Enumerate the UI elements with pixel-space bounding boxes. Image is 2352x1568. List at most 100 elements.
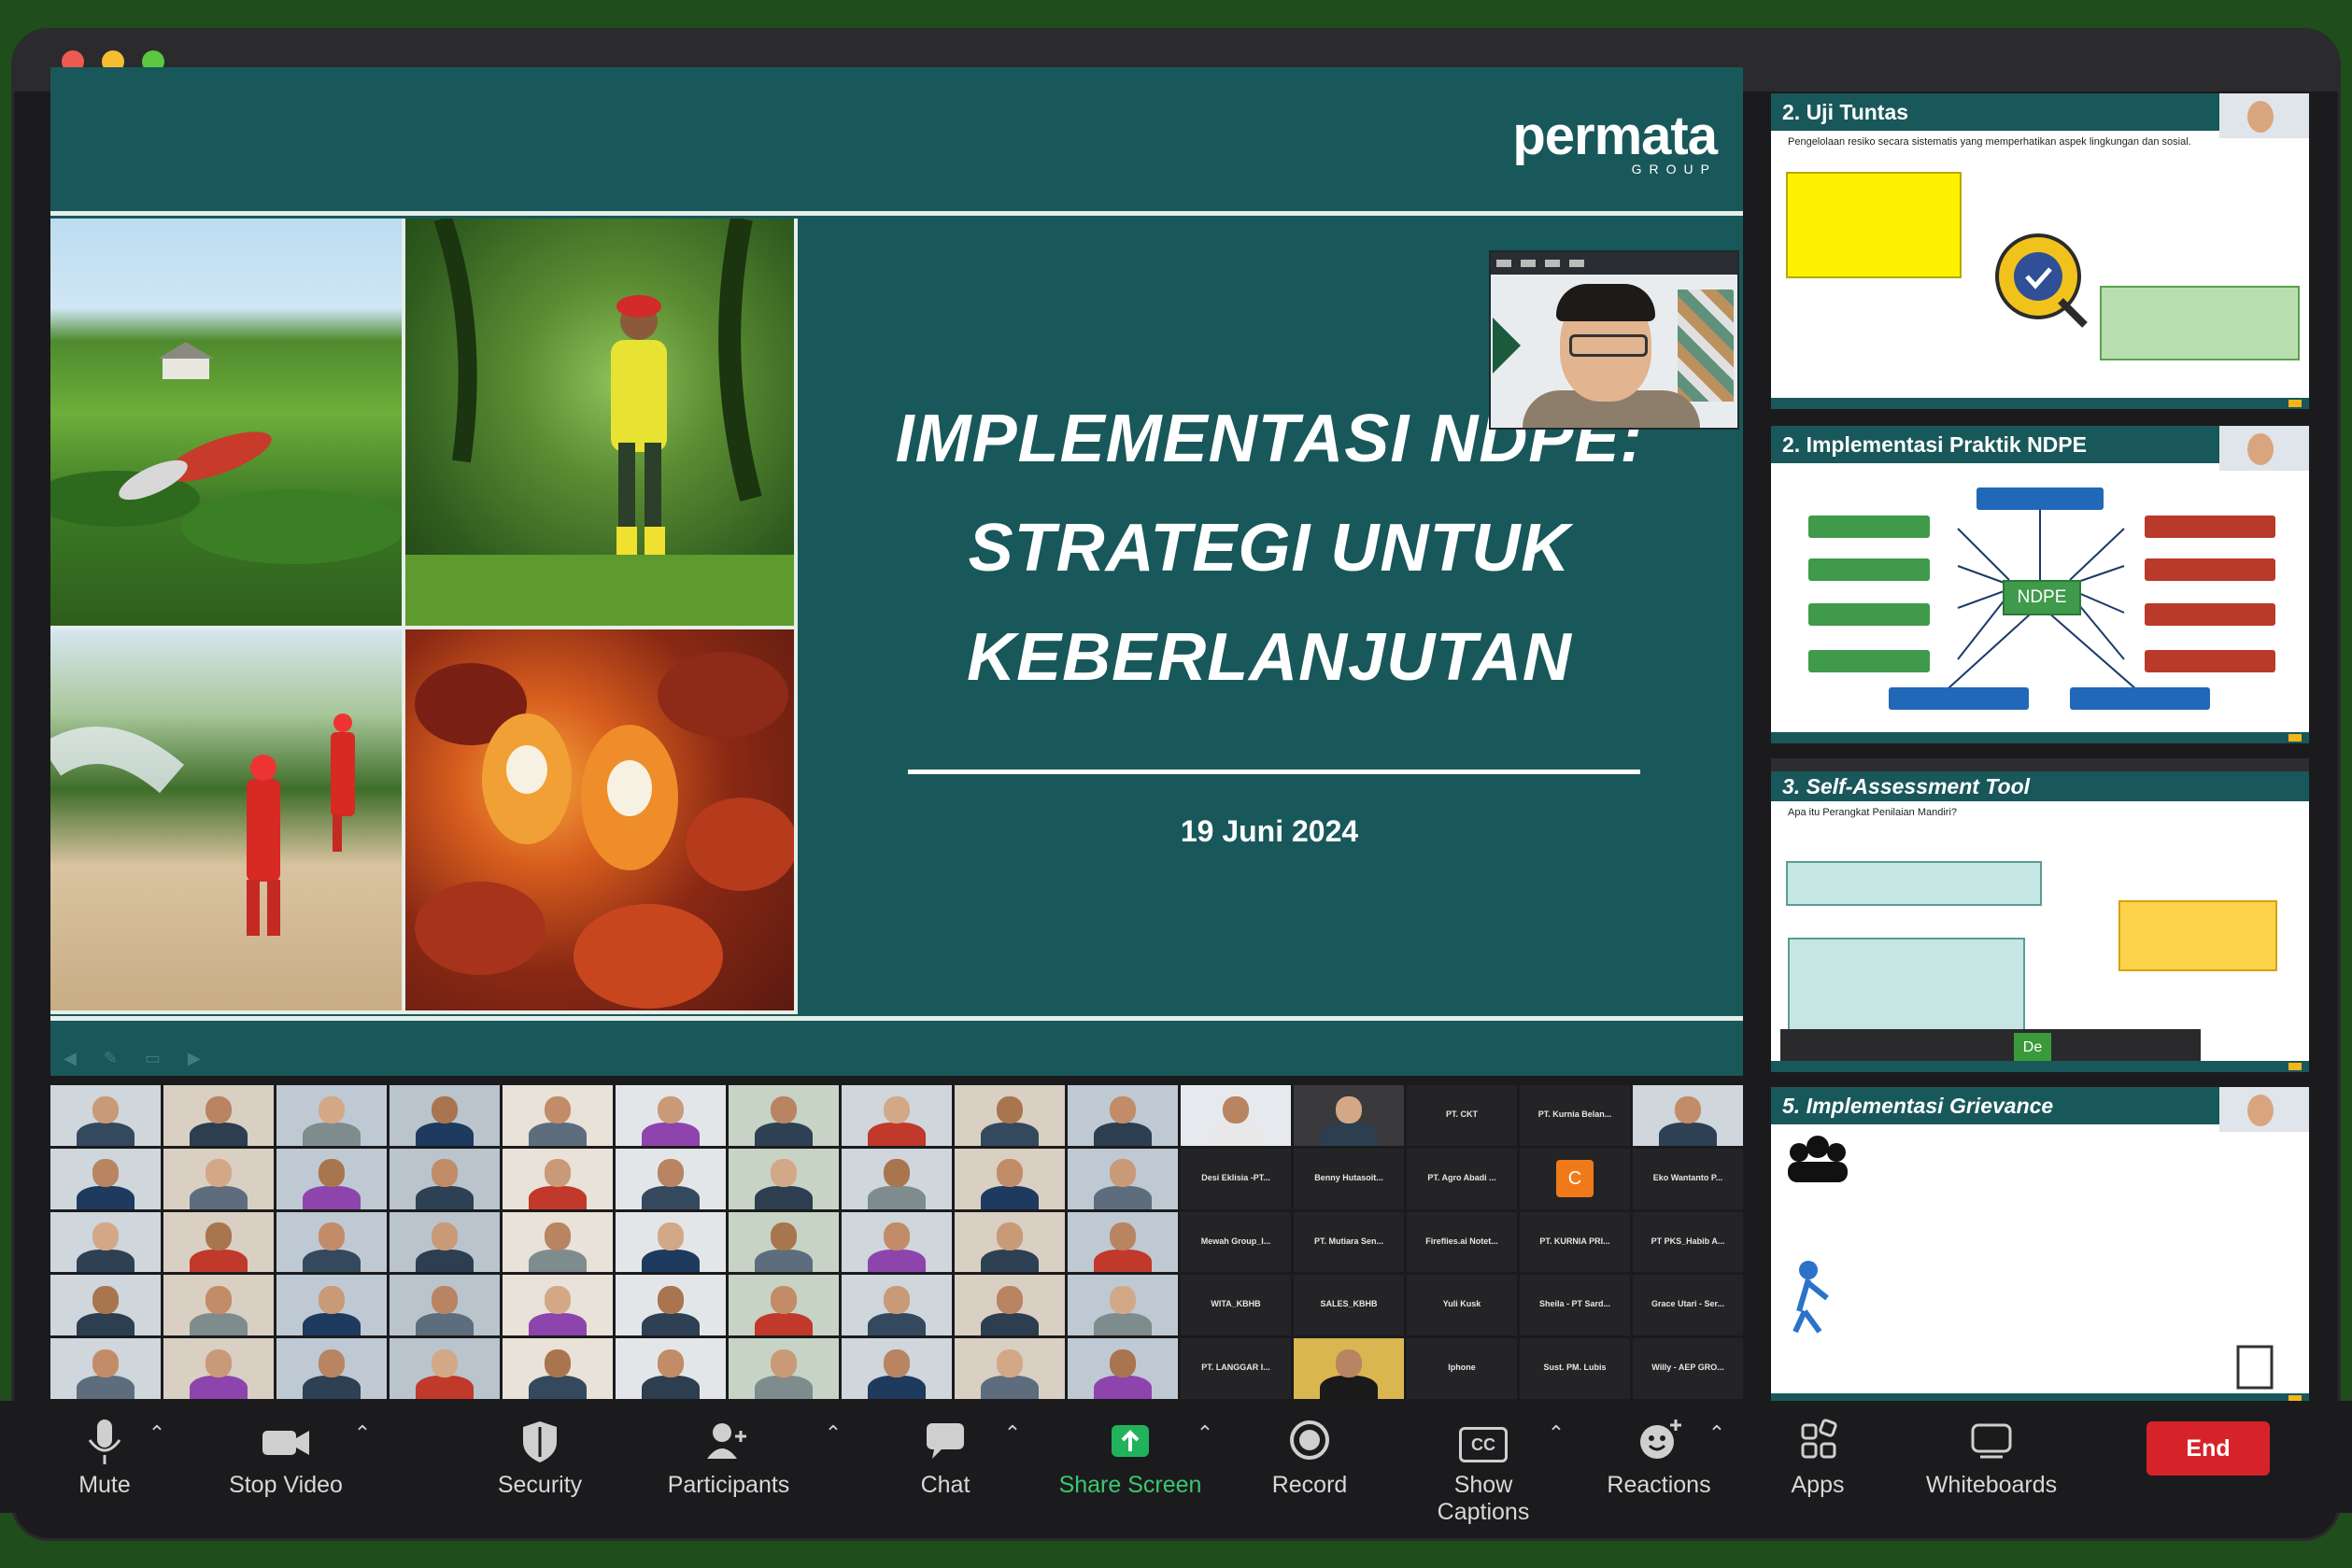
participant-tile-31[interactable] xyxy=(163,1211,274,1273)
participant-tile-41[interactable]: PT. Mutiara Sen... xyxy=(1294,1211,1404,1273)
participant-tile-26[interactable]: Benny Hutasoit... xyxy=(1294,1148,1404,1209)
participant-tile-32[interactable] xyxy=(276,1211,387,1273)
participant-tile-59[interactable]: Grace Utari - Ser... xyxy=(1633,1275,1743,1336)
security-button[interactable]: Security xyxy=(465,1414,615,1499)
slide-rule-bottom xyxy=(50,1016,1743,1021)
participant-tile-16[interactable] xyxy=(163,1148,274,1209)
participant-tile-40[interactable]: Mewah Group_I... xyxy=(1181,1211,1291,1273)
chevron-up-icon[interactable]: ⌃ xyxy=(148,1421,166,1445)
participant-tile-69[interactable] xyxy=(1068,1338,1178,1399)
participant-tile-36[interactable] xyxy=(729,1211,839,1273)
participant-face xyxy=(431,1222,459,1251)
participant-tile-12[interactable]: PT. CKT xyxy=(1407,1085,1517,1146)
participant-tile-15[interactable] xyxy=(50,1148,161,1209)
participant-tile-74[interactable]: Willy - AEP GRO... xyxy=(1633,1338,1743,1399)
presenter-video[interactable] xyxy=(1489,250,1739,430)
annotation-controls[interactable]: ◀ ✎ ▭ ▶ xyxy=(64,1049,212,1068)
participant-tile-48[interactable] xyxy=(390,1275,500,1336)
participant-tile-17[interactable] xyxy=(276,1148,387,1209)
participant-tile-35[interactable] xyxy=(616,1211,726,1273)
show-captions-button[interactable]: CC Show Captions xyxy=(1407,1414,1560,1526)
participant-tile-66[interactable] xyxy=(729,1338,839,1399)
participant-tile-19[interactable] xyxy=(503,1148,613,1209)
participant-tile-20[interactable] xyxy=(616,1148,726,1209)
chevron-up-icon[interactable]: ⌃ xyxy=(353,1421,372,1445)
participant-tile-3[interactable] xyxy=(390,1085,500,1146)
participants-button[interactable]: Participants xyxy=(654,1414,803,1499)
participant-tile-43[interactable]: PT. KURNIA PRI... xyxy=(1520,1211,1630,1273)
participant-tile-57[interactable]: Yuli Kusk xyxy=(1407,1275,1517,1336)
participant-tile-10[interactable] xyxy=(1181,1085,1291,1146)
participant-tile-51[interactable] xyxy=(729,1275,839,1336)
participant-tile-30[interactable] xyxy=(50,1211,161,1273)
chevron-up-icon[interactable]: ⌃ xyxy=(1003,1421,1022,1445)
participant-tile-37[interactable] xyxy=(842,1211,952,1273)
participant-tile-42[interactable]: Fireflies.ai Notet... xyxy=(1407,1211,1517,1273)
participant-tile-11[interactable] xyxy=(1294,1085,1404,1146)
participant-tile-49[interactable] xyxy=(503,1275,613,1336)
panel-self-assessment[interactable]: 3. Self-Assessment Tool Apa itu Perangka… xyxy=(1771,758,2309,1072)
participant-tile-13[interactable]: PT. Kurnia Belan... xyxy=(1520,1085,1630,1146)
participant-tile-53[interactable] xyxy=(955,1275,1065,1336)
participant-tile-71[interactable] xyxy=(1294,1338,1404,1399)
panel-implementasi-ndpe[interactable]: 2. Implementasi Praktik NDPE NDPE xyxy=(1771,426,2309,743)
participant-tile-6[interactable] xyxy=(729,1085,839,1146)
participant-tile-5[interactable] xyxy=(616,1085,726,1146)
participant-tile-39[interactable] xyxy=(1068,1211,1178,1273)
participant-tile-9[interactable] xyxy=(1068,1085,1178,1146)
end-meeting-button[interactable]: End xyxy=(2147,1421,2270,1476)
stop-video-button[interactable]: Stop Video xyxy=(211,1414,361,1499)
participant-tile-62[interactable] xyxy=(276,1338,387,1399)
participant-tile-72[interactable]: Iphone xyxy=(1407,1338,1517,1399)
participant-tile-63[interactable] xyxy=(390,1338,500,1399)
participant-tile-70[interactable]: PT. LANGGAR I... xyxy=(1181,1338,1291,1399)
participant-tile-44[interactable]: PT PKS_Habib A... xyxy=(1633,1211,1743,1273)
participant-tile-4[interactable] xyxy=(503,1085,613,1146)
participant-tile-55[interactable]: WITA_KBHB xyxy=(1181,1275,1291,1336)
participant-tile-58[interactable]: Sheila - PT Sard... xyxy=(1520,1275,1630,1336)
participant-tile-29[interactable]: Eko Wantanto P... xyxy=(1633,1148,1743,1209)
participant-tile-2[interactable] xyxy=(276,1085,387,1146)
participant-tile-73[interactable]: Sust. PM. Lubis xyxy=(1520,1338,1630,1399)
chevron-up-icon[interactable]: ⌃ xyxy=(1196,1421,1214,1445)
participant-tile-56[interactable]: SALES_KBHB xyxy=(1294,1275,1404,1336)
participant-tile-38[interactable] xyxy=(955,1211,1065,1273)
chevron-up-icon[interactable]: ⌃ xyxy=(1547,1421,1566,1445)
record-button[interactable]: Record xyxy=(1235,1414,1384,1499)
participant-tile-67[interactable] xyxy=(842,1338,952,1399)
participant-tile-27[interactable]: PT. Agro Abadi ... xyxy=(1407,1148,1517,1209)
participant-tile-65[interactable] xyxy=(616,1338,726,1399)
participant-tile-22[interactable] xyxy=(842,1148,952,1209)
participant-tile-14[interactable] xyxy=(1633,1085,1743,1146)
participant-avatar-tile[interactable]: C xyxy=(1520,1148,1630,1209)
share-screen-button[interactable]: Share Screen xyxy=(1056,1414,1205,1499)
whiteboards-button[interactable]: Whiteboards xyxy=(1917,1414,2066,1499)
apps-button[interactable]: Apps xyxy=(1743,1414,1892,1499)
participant-tile-61[interactable] xyxy=(163,1338,274,1399)
participant-tile-0[interactable] xyxy=(50,1085,161,1146)
panel-uji-tuntas[interactable]: 2. Uji Tuntas Pengelolaan resiko secara … xyxy=(1771,93,2309,409)
participant-tile-50[interactable] xyxy=(616,1275,726,1336)
participant-tile-21[interactable] xyxy=(729,1148,839,1209)
participant-tile-68[interactable] xyxy=(955,1338,1065,1399)
participant-tile-47[interactable] xyxy=(276,1275,387,1336)
participant-tile-25[interactable]: Desi Eklisia -PT... xyxy=(1181,1148,1291,1209)
participant-tile-18[interactable] xyxy=(390,1148,500,1209)
participant-tile-23[interactable] xyxy=(955,1148,1065,1209)
panel-grievance[interactable]: 5. Implementasi Grievance xyxy=(1771,1087,2309,1405)
participant-tile-46[interactable] xyxy=(163,1275,274,1336)
chat-button[interactable]: Chat xyxy=(871,1414,1020,1499)
participant-tile-60[interactable] xyxy=(50,1338,161,1399)
participant-tile-64[interactable] xyxy=(503,1338,613,1399)
participant-tile-54[interactable] xyxy=(1068,1275,1178,1336)
participant-tile-24[interactable] xyxy=(1068,1148,1178,1209)
participant-tile-52[interactable] xyxy=(842,1275,952,1336)
participant-tile-7[interactable] xyxy=(842,1085,952,1146)
participant-tile-45[interactable] xyxy=(50,1275,161,1336)
participant-tile-33[interactable] xyxy=(390,1211,500,1273)
participant-tile-1[interactable] xyxy=(163,1085,274,1146)
chevron-up-icon[interactable]: ⌃ xyxy=(824,1421,843,1445)
participant-tile-34[interactable] xyxy=(503,1211,613,1273)
chevron-up-icon[interactable]: ⌃ xyxy=(1707,1421,1726,1445)
participant-tile-8[interactable] xyxy=(955,1085,1065,1146)
